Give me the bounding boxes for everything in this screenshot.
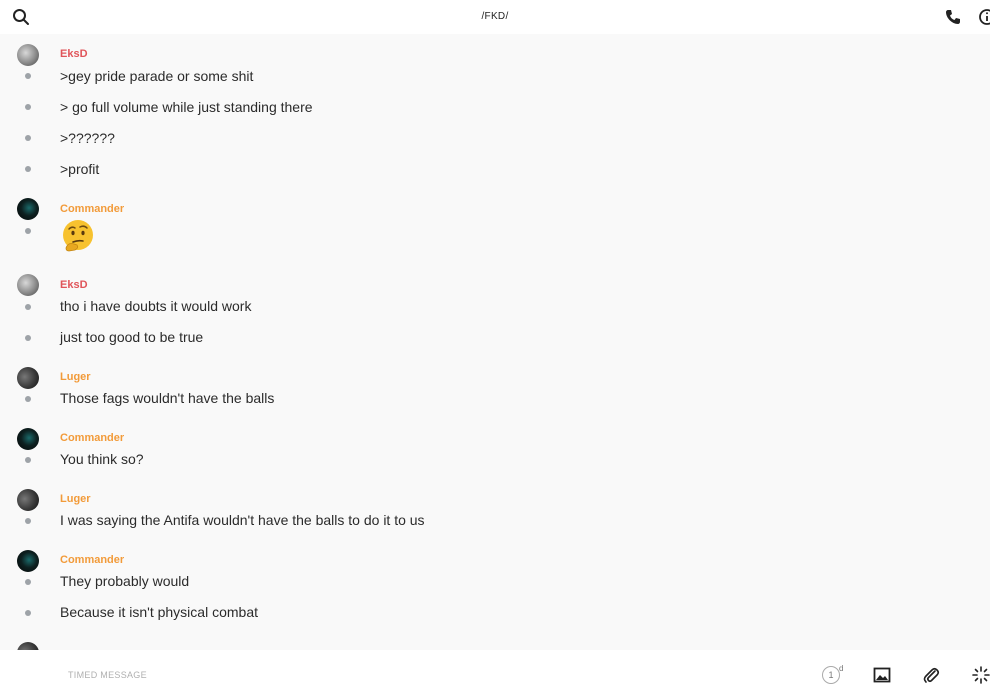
thinking-face-emoji: [63, 220, 93, 252]
avatar[interactable]: [17, 642, 39, 650]
message-text: They probably would: [60, 573, 190, 589]
message-text: tho i have doubts it would work: [60, 298, 252, 314]
avatar[interactable]: [17, 367, 39, 389]
message-dot: [25, 166, 31, 172]
author-name[interactable]: Commander: [60, 432, 124, 444]
message-dot: [25, 610, 31, 616]
message-dot: [25, 518, 31, 524]
message-text: > go full volume while just standing the…: [60, 99, 313, 115]
message-text: >gey pride parade or some shit: [60, 68, 254, 84]
message-text: >profit: [60, 161, 100, 177]
author-name[interactable]: Luger: [60, 493, 91, 505]
message-text: I was saying the Antifa wouldn't have th…: [60, 512, 425, 528]
message-dot: [25, 457, 31, 463]
message-dot: [25, 304, 31, 310]
message-text: >??????: [60, 130, 115, 146]
info-icon[interactable]: [978, 8, 990, 26]
avatar[interactable]: [17, 198, 39, 220]
message-text: Because it isn't physical combat: [60, 604, 258, 620]
message-dot: [25, 579, 31, 585]
composer-bar: TIMED MESSAGE 1 d: [0, 650, 990, 700]
message-dot: [25, 228, 31, 234]
message-dot: [25, 335, 31, 341]
timer-icon[interactable]: 1: [822, 666, 840, 684]
avatar[interactable]: [17, 489, 39, 511]
author-name[interactable]: EksD: [60, 279, 88, 291]
message-text: You think so?: [60, 451, 144, 467]
timer-unit: d: [839, 664, 844, 673]
conversation-title[interactable]: /FKD/: [0, 11, 990, 22]
message-text: just too good to be true: [60, 329, 204, 345]
message-input[interactable]: TIMED MESSAGE: [68, 670, 147, 680]
avatar[interactable]: [17, 44, 39, 66]
author-name[interactable]: EksD: [60, 48, 88, 60]
message-dot: [25, 73, 31, 79]
phone-icon[interactable]: [944, 8, 962, 26]
attachment-icon[interactable]: [921, 665, 941, 685]
header-bar: /FKD/: [0, 0, 990, 34]
sparkle-icon[interactable]: [971, 665, 990, 685]
avatar[interactable]: [17, 550, 39, 572]
author-name[interactable]: Commander: [60, 554, 124, 566]
author-name[interactable]: Luger: [60, 371, 91, 383]
timer-value: 1: [828, 670, 834, 680]
message-text: Those fags wouldn't have the balls: [60, 390, 275, 406]
message-dot: [25, 135, 31, 141]
avatar[interactable]: [17, 428, 39, 450]
message-dot: [25, 396, 31, 402]
message-feed[interactable]: EksD >gey pride parade or some shit > go…: [0, 34, 990, 650]
author-name[interactable]: Commander: [60, 203, 124, 215]
message-dot: [25, 104, 31, 110]
image-icon[interactable]: [872, 665, 892, 685]
avatar[interactable]: [17, 274, 39, 296]
